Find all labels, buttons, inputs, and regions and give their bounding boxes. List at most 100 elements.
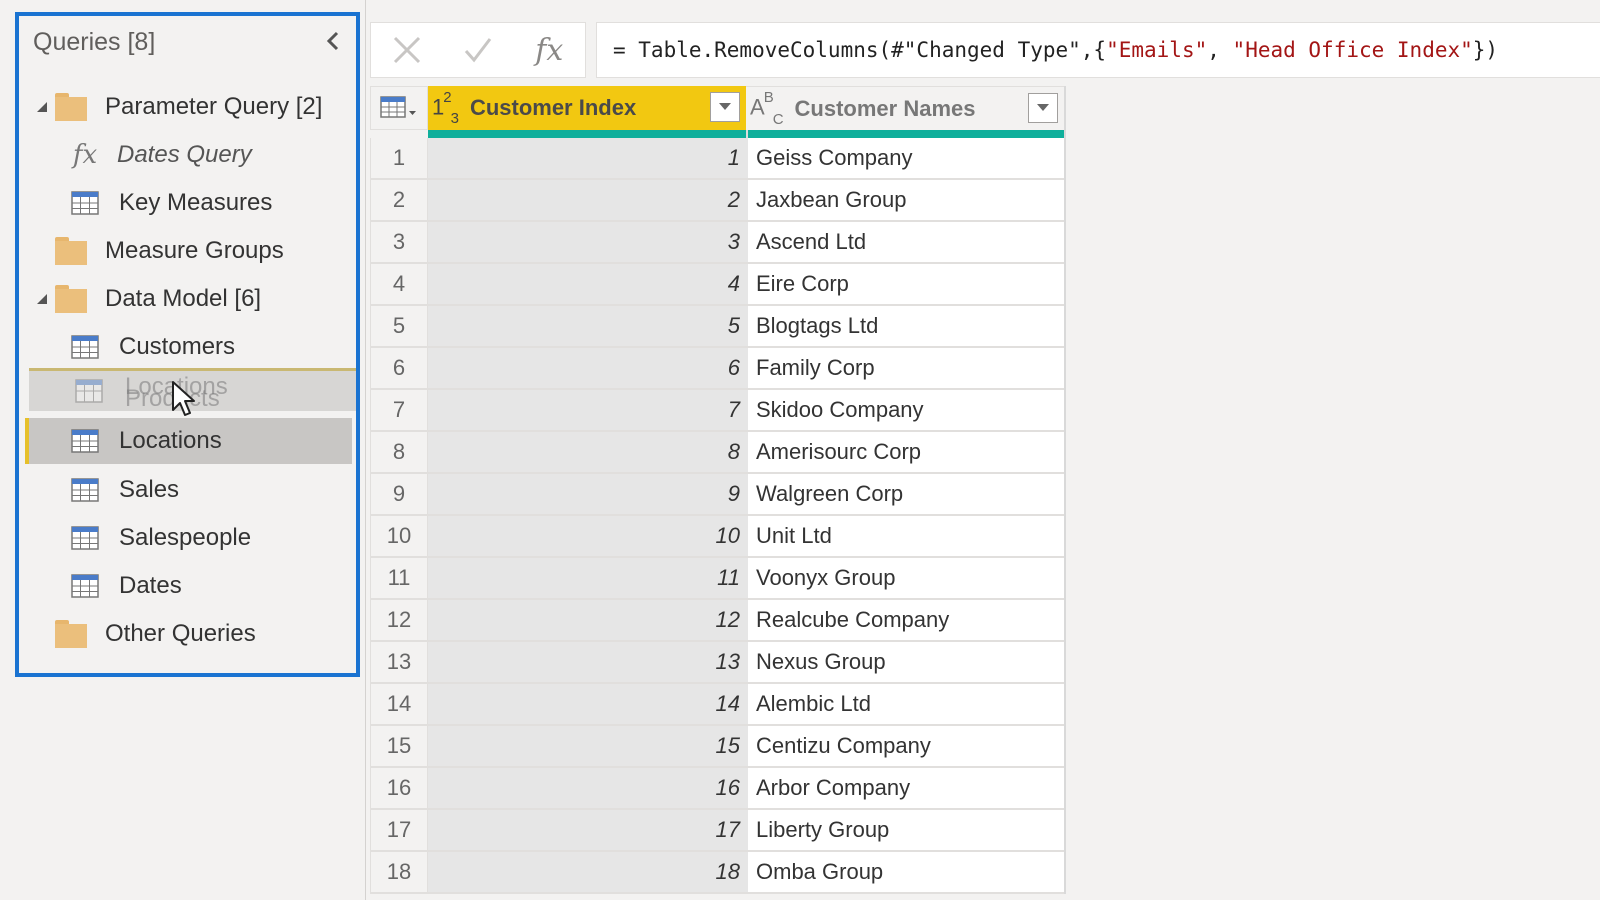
cell-customer-name[interactable]: Unit Ltd [746,516,1064,556]
formula-prefix: = Table.RemoveColumns(#"Changed Type",{ [613,38,1107,62]
table-row: 12 12 Realcube Company [370,600,1064,642]
table-menu-button[interactable] [370,86,428,130]
row-number[interactable]: 11 [370,558,428,598]
row-number[interactable]: 6 [370,348,428,388]
cell-customer-index[interactable]: 8 [428,432,746,472]
cell-customer-name[interactable]: Family Corp [746,348,1064,388]
tree-item-salespeople[interactable]: Salespeople [25,515,357,561]
tree-folder-measure-groups[interactable]: Measure Groups [25,228,357,274]
cell-customer-index[interactable]: 6 [428,348,746,388]
tree-item-label: Key Measures [119,189,273,216]
cell-customer-index[interactable]: 14 [428,684,746,724]
row-number[interactable]: 1 [370,138,428,178]
tree-item-label: Measure Groups [105,237,284,264]
row-number[interactable]: 5 [370,306,428,346]
cell-customer-index[interactable]: 15 [428,726,746,766]
cell-customer-name[interactable]: Voonyx Group [746,558,1064,598]
cell-customer-name[interactable]: Skidoo Company [746,390,1064,430]
cell-customer-index[interactable]: 11 [428,558,746,598]
tree-item-label: Salespeople [119,524,252,551]
row-number[interactable]: 18 [370,852,428,892]
tree-item-customers[interactable]: Customers [25,324,357,370]
cell-customer-name[interactable]: Nexus Group [746,642,1064,682]
row-number[interactable]: 4 [370,264,428,304]
cell-customer-index[interactable]: 1 [428,138,746,178]
table-icon [71,526,99,550]
column-filter-button[interactable] [1028,93,1058,123]
tree-item-locations[interactable]: Locations [25,418,352,464]
expand-triangle-icon[interactable] [33,290,51,308]
column-filter-button[interactable] [710,92,740,122]
cell-customer-name[interactable]: Liberty Group [746,810,1064,850]
collapse-queries-button[interactable] [320,26,346,56]
row-number[interactable]: 9 [370,474,428,514]
column-header-customer-names[interactable]: ABC Customer Names [746,86,1064,130]
cell-customer-name[interactable]: Arbor Company [746,768,1064,808]
row-number[interactable]: 12 [370,600,428,640]
cell-customer-index[interactable]: 9 [428,474,746,514]
cancel-formula-button[interactable] [371,23,442,77]
column-header-customer-index[interactable]: 123 Customer Index [428,86,746,130]
table-row: 8 8 Amerisourc Corp [370,432,1064,474]
cell-customer-index[interactable]: 3 [428,222,746,262]
tree-item-sales[interactable]: Sales [25,467,357,513]
chevron-down-icon [1037,104,1049,111]
tree-item-key-measures[interactable]: Key Measures [25,180,357,226]
folder-icon [55,620,87,648]
row-number[interactable]: 10 [370,516,428,556]
table-row: 4 4 Eire Corp [370,264,1064,306]
table-menu-icon [380,96,416,118]
row-number[interactable]: 14 [370,684,428,724]
close-icon [393,36,420,64]
formula-input[interactable]: = Table.RemoveColumns(#"Changed Type",{"… [596,22,1600,78]
tree-item-dates-query[interactable]: fx Dates Query [25,132,357,178]
cell-customer-index[interactable]: 12 [428,600,746,640]
cell-customer-name[interactable]: Ascend Ltd [746,222,1064,262]
row-number[interactable]: 15 [370,726,428,766]
table-row: 18 18 Omba Group [370,852,1064,894]
row-number[interactable]: 16 [370,768,428,808]
cell-customer-index[interactable]: 10 [428,516,746,556]
cell-customer-index[interactable]: 4 [428,264,746,304]
tree-item-label: Dates Query [117,141,252,168]
cell-customer-name[interactable]: Omba Group [746,852,1064,892]
row-number[interactable]: 8 [370,432,428,472]
cell-customer-name[interactable]: Centizu Company [746,726,1064,766]
insert-function-button[interactable]: fx [514,23,585,77]
row-number[interactable]: 17 [370,810,428,850]
tree-folder-data-model[interactable]: Data Model [6] [25,276,357,322]
cell-customer-index[interactable]: 18 [428,852,746,892]
table-icon [71,335,99,359]
cell-customer-index[interactable]: 17 [428,810,746,850]
queries-pane-focus-frame: Queries [8] Parameter Query [2] fx Dates… [15,12,360,677]
cell-customer-name[interactable]: Amerisourc Corp [746,432,1064,472]
cell-customer-name[interactable]: Geiss Company [746,138,1064,178]
cell-customer-name[interactable]: Alembic Ltd [746,684,1064,724]
expand-triangle-icon[interactable] [33,98,51,116]
table-row: 2 2 Jaxbean Group [370,180,1064,222]
row-number[interactable]: 13 [370,642,428,682]
fx-icon: fx [535,32,564,68]
tree-folder-other-queries[interactable]: Other Queries [25,611,357,657]
cell-customer-index[interactable]: 2 [428,180,746,220]
cell-customer-index[interactable]: 16 [428,768,746,808]
cell-customer-name[interactable]: Eire Corp [746,264,1064,304]
row-number[interactable]: 2 [370,180,428,220]
row-number[interactable]: 3 [370,222,428,262]
tree-folder-parameter-query[interactable]: Parameter Query [2] [25,84,357,130]
column-header-label: Customer Index [469,95,637,120]
table-icon [71,191,99,215]
commit-formula-button[interactable] [442,23,513,77]
cell-customer-index[interactable]: 5 [428,306,746,346]
table-row: 9 9 Walgreen Corp [370,474,1064,516]
cell-customer-name[interactable]: Realcube Company [746,600,1064,640]
table-icon [71,429,99,453]
cell-customer-index[interactable]: 7 [428,390,746,430]
cell-customer-name[interactable]: Walgreen Corp [746,474,1064,514]
tree-item-dates[interactable]: Dates [25,563,357,609]
row-number[interactable]: 7 [370,390,428,430]
cell-customer-name[interactable]: Jaxbean Group [746,180,1064,220]
grid-body: 1 1 Geiss Company 2 2 Jaxbean Group 3 3 Ascend L… [370,138,1064,894]
cell-customer-index[interactable]: 13 [428,642,746,682]
cell-customer-name[interactable]: Blogtags Ltd [746,306,1064,346]
